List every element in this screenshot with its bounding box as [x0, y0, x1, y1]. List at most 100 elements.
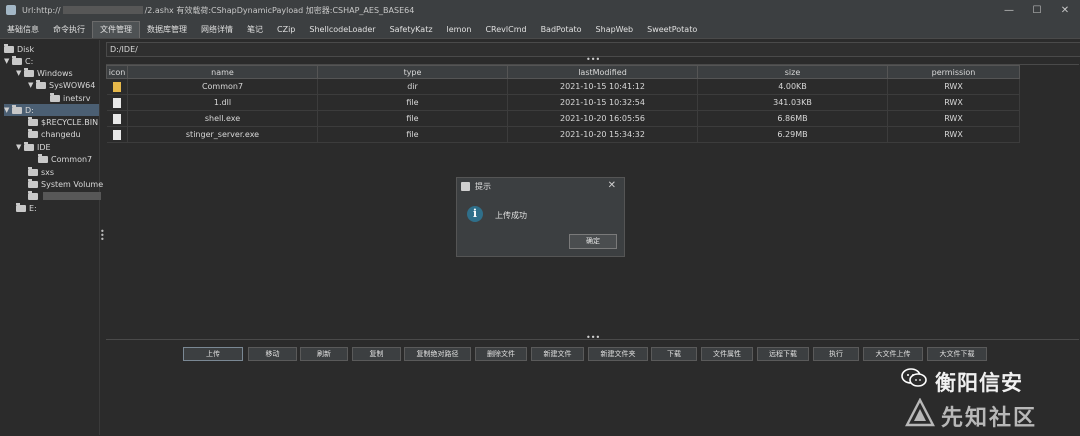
move-button[interactable]: 移动	[248, 347, 297, 361]
copy-absolute-path-button[interactable]: 复制绝对路径	[404, 347, 471, 361]
cell-permission: RWX	[887, 94, 1020, 111]
table-row[interactable]: 1.dll file 2021-10-15 10:32:54 341.03KB …	[106, 94, 1020, 111]
message-dialog: 提示 ✕ i 上传成功 确定	[456, 177, 625, 257]
cell-type: file	[317, 110, 508, 127]
disk-tree: Disk ▼ C: ▼ Windows ▼ SysWOW64 inetsrv ▼ D: …	[0, 40, 103, 435]
column-header-permission[interactable]: permission	[887, 65, 1020, 79]
cell-name: 1.dll	[127, 94, 318, 111]
expand-toggle-icon[interactable]: ▼	[16, 143, 24, 151]
tab-command-exec[interactable]: 命令执行	[46, 22, 92, 38]
ok-button[interactable]: 确定	[569, 234, 617, 249]
cell-permission: RWX	[887, 126, 1020, 143]
tab-sweetpotato[interactable]: SweetPotato	[640, 22, 704, 38]
folder-icon	[28, 116, 38, 126]
expand-toggle-icon[interactable]: ▼	[16, 69, 24, 77]
delete-file-button[interactable]: 删除文件	[475, 347, 527, 361]
tree-node-common7[interactable]: Common7	[38, 153, 92, 165]
expand-toggle-icon[interactable]: ▼	[4, 106, 12, 114]
tree-node-ide[interactable]: ▼ IDE	[16, 141, 51, 153]
tree-node-syswow64[interactable]: ▼ SysWOW64	[28, 79, 95, 91]
dialog-title: 提示	[475, 181, 491, 191]
watermark-site-name: 先知社区	[941, 406, 1038, 431]
dialog-close-icon[interactable]: ✕	[608, 180, 616, 191]
column-header-name[interactable]: name	[127, 65, 318, 79]
minimize-button[interactable]: —	[997, 0, 1021, 20]
table-row[interactable]: shell.exe file 2021-10-20 16:05:56 6.86M…	[106, 110, 1020, 127]
folder-icon	[50, 92, 60, 102]
tree-node-windows[interactable]: ▼ Windows	[16, 67, 73, 79]
file-properties-button[interactable]: 文件属性	[701, 347, 753, 361]
tree-node-recycle-bin[interactable]: $RECYCLE.BIN	[28, 116, 98, 128]
tab-badpotato[interactable]: BadPotato	[534, 22, 589, 38]
table-row[interactable]: Common7 dir 2021-10-15 10:41:12 4.00KB R…	[106, 78, 1020, 95]
tab-safetykatz[interactable]: SafetyKatz	[383, 22, 440, 38]
folder-icon	[24, 67, 34, 77]
new-folder-button[interactable]: 新建文件夹	[588, 347, 648, 361]
folder-icon	[16, 202, 26, 212]
tree-root[interactable]: Disk	[4, 43, 34, 55]
tab-basic-info[interactable]: 基础信息	[0, 22, 46, 38]
folder-icon	[24, 141, 34, 151]
execute-button[interactable]: 执行	[813, 347, 859, 361]
folder-icon	[12, 55, 22, 65]
top-splitter-handle[interactable]: •••	[586, 55, 600, 64]
copy-button[interactable]: 复制	[352, 347, 401, 361]
tree-node-c[interactable]: ▼ C:	[4, 55, 33, 67]
tab-crevlcmd[interactable]: CRevlCmd	[478, 22, 533, 38]
title-prefix: Url:http://	[22, 5, 61, 15]
table-row[interactable]: stinger_server.exe file 2021-10-20 15:34…	[106, 126, 1020, 143]
tab-shapweb[interactable]: ShapWeb	[589, 22, 641, 38]
tree-node-inetsrv[interactable]: inetsrv	[50, 92, 91, 104]
maximize-button[interactable]: ☐	[1025, 0, 1049, 20]
tab-shellcodeloader[interactable]: ShellcodeLoader	[302, 22, 382, 38]
tab-notes[interactable]: 笔记	[240, 22, 270, 38]
remote-download-button[interactable]: 远程下载	[757, 347, 809, 361]
folder-icon	[28, 128, 38, 138]
tree-node-sxs[interactable]: sxs	[28, 166, 54, 178]
expand-toggle-icon[interactable]: ▼	[4, 57, 12, 65]
tree-node-system-volume[interactable]: System Volume	[28, 178, 103, 190]
dialog-header: 提示	[457, 178, 624, 194]
wechat-icon	[901, 368, 927, 387]
folder-icon	[36, 79, 46, 89]
column-header-lastmodified[interactable]: lastModified	[507, 65, 698, 79]
folder-icon	[38, 153, 48, 163]
info-icon: i	[467, 206, 483, 222]
refresh-button[interactable]: 刷新	[300, 347, 348, 361]
cell-size: 6.86MB	[697, 110, 888, 127]
tab-lemon[interactable]: lemon	[440, 22, 479, 38]
tab-czip[interactable]: CZip	[270, 22, 302, 38]
cell-type: dir	[317, 78, 508, 95]
expand-toggle-icon[interactable]: ▼	[28, 81, 36, 89]
tree-node-redacted[interactable]	[28, 190, 103, 202]
tree-node-d[interactable]: ▼ D:	[4, 104, 99, 116]
vertical-splitter[interactable]: • • •	[100, 40, 105, 435]
cell-type: file	[317, 94, 508, 111]
tab-bar: 基础信息 命令执行 文件管理 数据库管理 网络详情 笔记 CZip Shellc…	[0, 20, 1080, 39]
cell-permission: RWX	[887, 78, 1020, 95]
new-file-button[interactable]: 新建文件	[531, 347, 584, 361]
folder-icon	[28, 190, 38, 200]
tab-file-manager[interactable]: 文件管理	[92, 21, 140, 38]
download-button[interactable]: 下载	[651, 347, 697, 361]
cell-lastmodified: 2021-10-15 10:41:12	[507, 78, 698, 95]
upload-button[interactable]: 上传	[183, 347, 243, 361]
tab-database-manager[interactable]: 数据库管理	[140, 22, 194, 38]
column-header-size[interactable]: size	[697, 65, 888, 79]
folder-icon	[4, 43, 14, 53]
tab-network-details[interactable]: 网络详情	[194, 22, 240, 38]
column-header-type[interactable]: type	[317, 65, 508, 79]
cell-name: Common7	[127, 78, 318, 95]
app-icon	[6, 5, 16, 15]
close-window-button[interactable]: ✕	[1053, 0, 1077, 20]
title-bar: Url:http:// /2.ashx 有效载荷:CShapDynamicPayl…	[0, 0, 1080, 20]
large-file-upload-button[interactable]: 大文件上传	[863, 347, 923, 361]
cell-size: 4.00KB	[697, 78, 888, 95]
watermark-account-name: 衡阳信安	[935, 371, 1023, 395]
tree-node-e[interactable]: E:	[16, 202, 37, 214]
cell-name: stinger_server.exe	[127, 126, 318, 143]
large-file-download-button[interactable]: 大文件下载	[927, 347, 987, 361]
cell-lastmodified: 2021-10-15 10:32:54	[507, 94, 698, 111]
tree-node-changedu[interactable]: changedu	[28, 128, 81, 140]
column-header-icon[interactable]: icon	[106, 65, 128, 79]
